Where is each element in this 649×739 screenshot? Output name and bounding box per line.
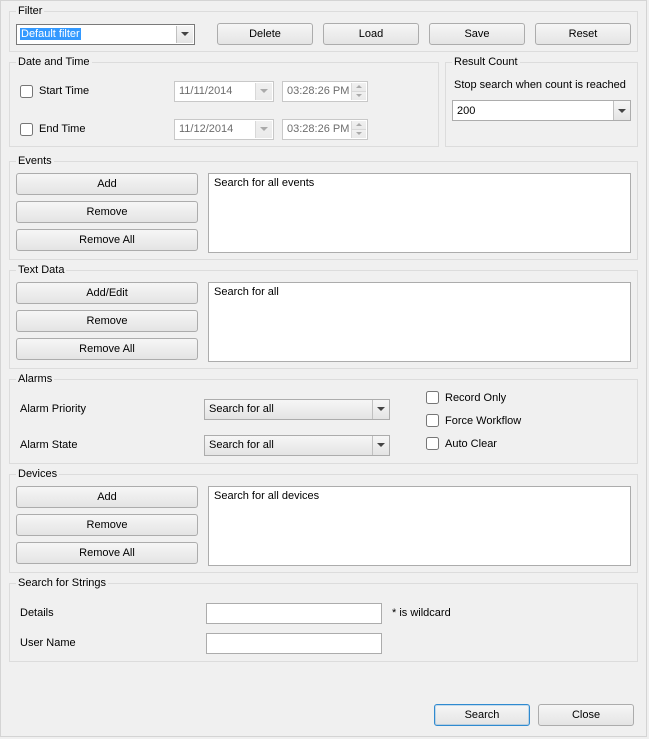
textdata-list[interactable]: Search for all <box>208 282 631 362</box>
alarms-legend: Alarms <box>16 373 54 385</box>
devices-legend: Devices <box>16 468 59 480</box>
chevron-down-icon <box>255 83 272 100</box>
strings-legend: Search for Strings <box>16 577 108 589</box>
username-label: User Name <box>16 637 206 649</box>
end-time-picker: 03:28:26 PM <box>282 119 368 140</box>
strings-group: Search for Strings Details * is wildcard… <box>9 577 638 662</box>
filter-select[interactable]: Default filter <box>16 24 195 45</box>
start-time-label: Start Time <box>39 85 174 97</box>
textdata-legend: Text Data <box>16 264 66 276</box>
events-legend: Events <box>16 155 54 167</box>
start-time-picker: 03:28:26 PM <box>282 81 368 102</box>
start-date-value: 11/11/2014 <box>179 85 232 97</box>
events-list-text: Search for all events <box>214 177 314 189</box>
textdata-addedit-button[interactable]: Add/Edit <box>16 282 198 304</box>
spinner-icon <box>351 121 366 138</box>
events-remove-button[interactable]: Remove <box>16 201 198 223</box>
chevron-down-icon <box>176 26 193 43</box>
devices-list[interactable]: Search for all devices <box>208 486 631 566</box>
filter-group: Filter Default filter Delete Load Save R… <box>9 5 638 52</box>
delete-button[interactable]: Delete <box>217 23 313 45</box>
textdata-remove-button[interactable]: Remove <box>16 310 198 332</box>
details-input[interactable] <box>206 603 382 624</box>
devices-group: Devices Add Remove Remove All Search for… <box>9 468 638 573</box>
alarm-priority-select[interactable] <box>204 399 390 420</box>
textdata-group: Text Data Add/Edit Remove Remove All Sea… <box>9 264 638 369</box>
details-label: Details <box>16 607 206 619</box>
result-count-group: Result Count Stop search when count is r… <box>445 56 638 147</box>
start-time-value: 03:28:26 PM <box>287 85 349 97</box>
devices-remove-button[interactable]: Remove <box>16 514 198 536</box>
result-count-select[interactable] <box>452 100 631 121</box>
record-only-row: Record Only <box>426 391 521 404</box>
end-time-value: 03:28:26 PM <box>287 123 349 135</box>
textdata-remove-all-button[interactable]: Remove All <box>16 338 198 360</box>
force-workflow-checkbox[interactable] <box>426 414 439 427</box>
auto-clear-label: Auto Clear <box>445 438 497 450</box>
search-button[interactable]: Search <box>434 704 530 726</box>
end-date-value: 11/12/2014 <box>179 123 233 135</box>
force-workflow-row: Force Workflow <box>426 414 521 427</box>
wildcard-hint: * is wildcard <box>392 607 451 619</box>
end-time-label: End Time <box>39 123 174 135</box>
alarm-state-select[interactable] <box>204 435 390 456</box>
result-count-legend: Result Count <box>452 56 520 68</box>
spinner-icon <box>351 83 366 100</box>
devices-remove-all-button[interactable]: Remove All <box>16 542 198 564</box>
record-only-checkbox[interactable] <box>426 391 439 404</box>
devices-add-button[interactable]: Add <box>16 486 198 508</box>
datetime-legend: Date and Time <box>16 56 92 68</box>
datetime-group: Date and Time Start Time 11/11/2014 03:2… <box>9 56 439 147</box>
events-group: Events Add Remove Remove All Search for … <box>9 155 638 260</box>
events-list[interactable]: Search for all events <box>208 173 631 253</box>
result-count-text: Stop search when count is reached <box>454 78 629 92</box>
textdata-list-text: Search for all <box>214 286 279 298</box>
filter-legend: Filter <box>16 5 44 17</box>
force-workflow-label: Force Workflow <box>445 415 521 427</box>
start-time-checkbox[interactable] <box>20 85 33 98</box>
events-add-button[interactable]: Add <box>16 173 198 195</box>
alarm-priority-label: Alarm Priority <box>16 403 204 415</box>
chevron-down-icon <box>255 121 272 138</box>
filter-select-value: Default filter <box>20 28 81 40</box>
alarms-group: Alarms Alarm Priority Alarm State <box>9 373 638 464</box>
save-button[interactable]: Save <box>429 23 525 45</box>
start-date-picker: 11/11/2014 <box>174 81 274 102</box>
end-time-checkbox[interactable] <box>20 123 33 136</box>
username-input[interactable] <box>206 633 382 654</box>
devices-list-text: Search for all devices <box>214 490 319 502</box>
reset-button[interactable]: Reset <box>535 23 631 45</box>
dialog-window: Filter Default filter Delete Load Save R… <box>0 0 647 737</box>
auto-clear-row: Auto Clear <box>426 437 521 450</box>
alarm-state-label: Alarm State <box>16 439 204 451</box>
record-only-label: Record Only <box>445 392 506 404</box>
events-remove-all-button[interactable]: Remove All <box>16 229 198 251</box>
close-button[interactable]: Close <box>538 704 634 726</box>
load-button[interactable]: Load <box>323 23 419 45</box>
end-date-picker: 11/12/2014 <box>174 119 274 140</box>
auto-clear-checkbox[interactable] <box>426 437 439 450</box>
